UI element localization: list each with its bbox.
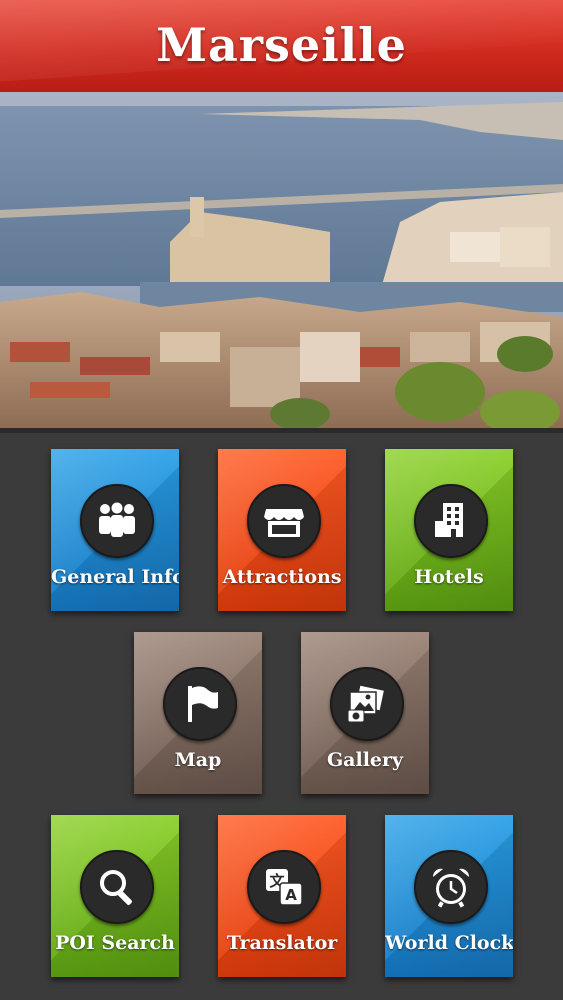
world-clock-label: World Clock <box>385 932 513 954</box>
city-photo <box>0 92 563 433</box>
world-clock-tile[interactable]: World Clock <box>385 815 513 977</box>
map-tile[interactable]: Map <box>134 632 262 794</box>
translator-label: Translator <box>226 932 338 954</box>
general-info-label: General Info <box>51 566 179 588</box>
alarm-clock-icon <box>414 850 488 924</box>
flag-icon <box>163 667 237 741</box>
general-info-tile[interactable]: General Info <box>51 449 179 611</box>
poi-search-label: POI Search <box>55 932 175 954</box>
attractions-label: Attractions <box>222 566 342 588</box>
building-icon <box>414 484 488 558</box>
poi-search-tile[interactable]: POI Search <box>51 815 179 977</box>
hotels-label: Hotels <box>414 566 484 588</box>
app-header: Marseille <box>0 0 563 92</box>
storefront-icon <box>247 484 321 558</box>
attractions-tile[interactable]: Attractions <box>218 449 346 611</box>
map-label: Map <box>174 749 222 771</box>
svg-text:A: A <box>285 886 297 904</box>
hotels-tile[interactable]: Hotels <box>385 449 513 611</box>
photos-icon <box>330 667 404 741</box>
page-title: Marseille <box>156 18 407 72</box>
translator-tile[interactable]: 文 A Translator <box>218 815 346 977</box>
people-icon <box>80 484 154 558</box>
gallery-tile[interactable]: Gallery <box>301 632 429 794</box>
gallery-label: Gallery <box>326 749 404 771</box>
magnifier-icon <box>80 850 154 924</box>
translate-icon: 文 A <box>247 850 321 924</box>
